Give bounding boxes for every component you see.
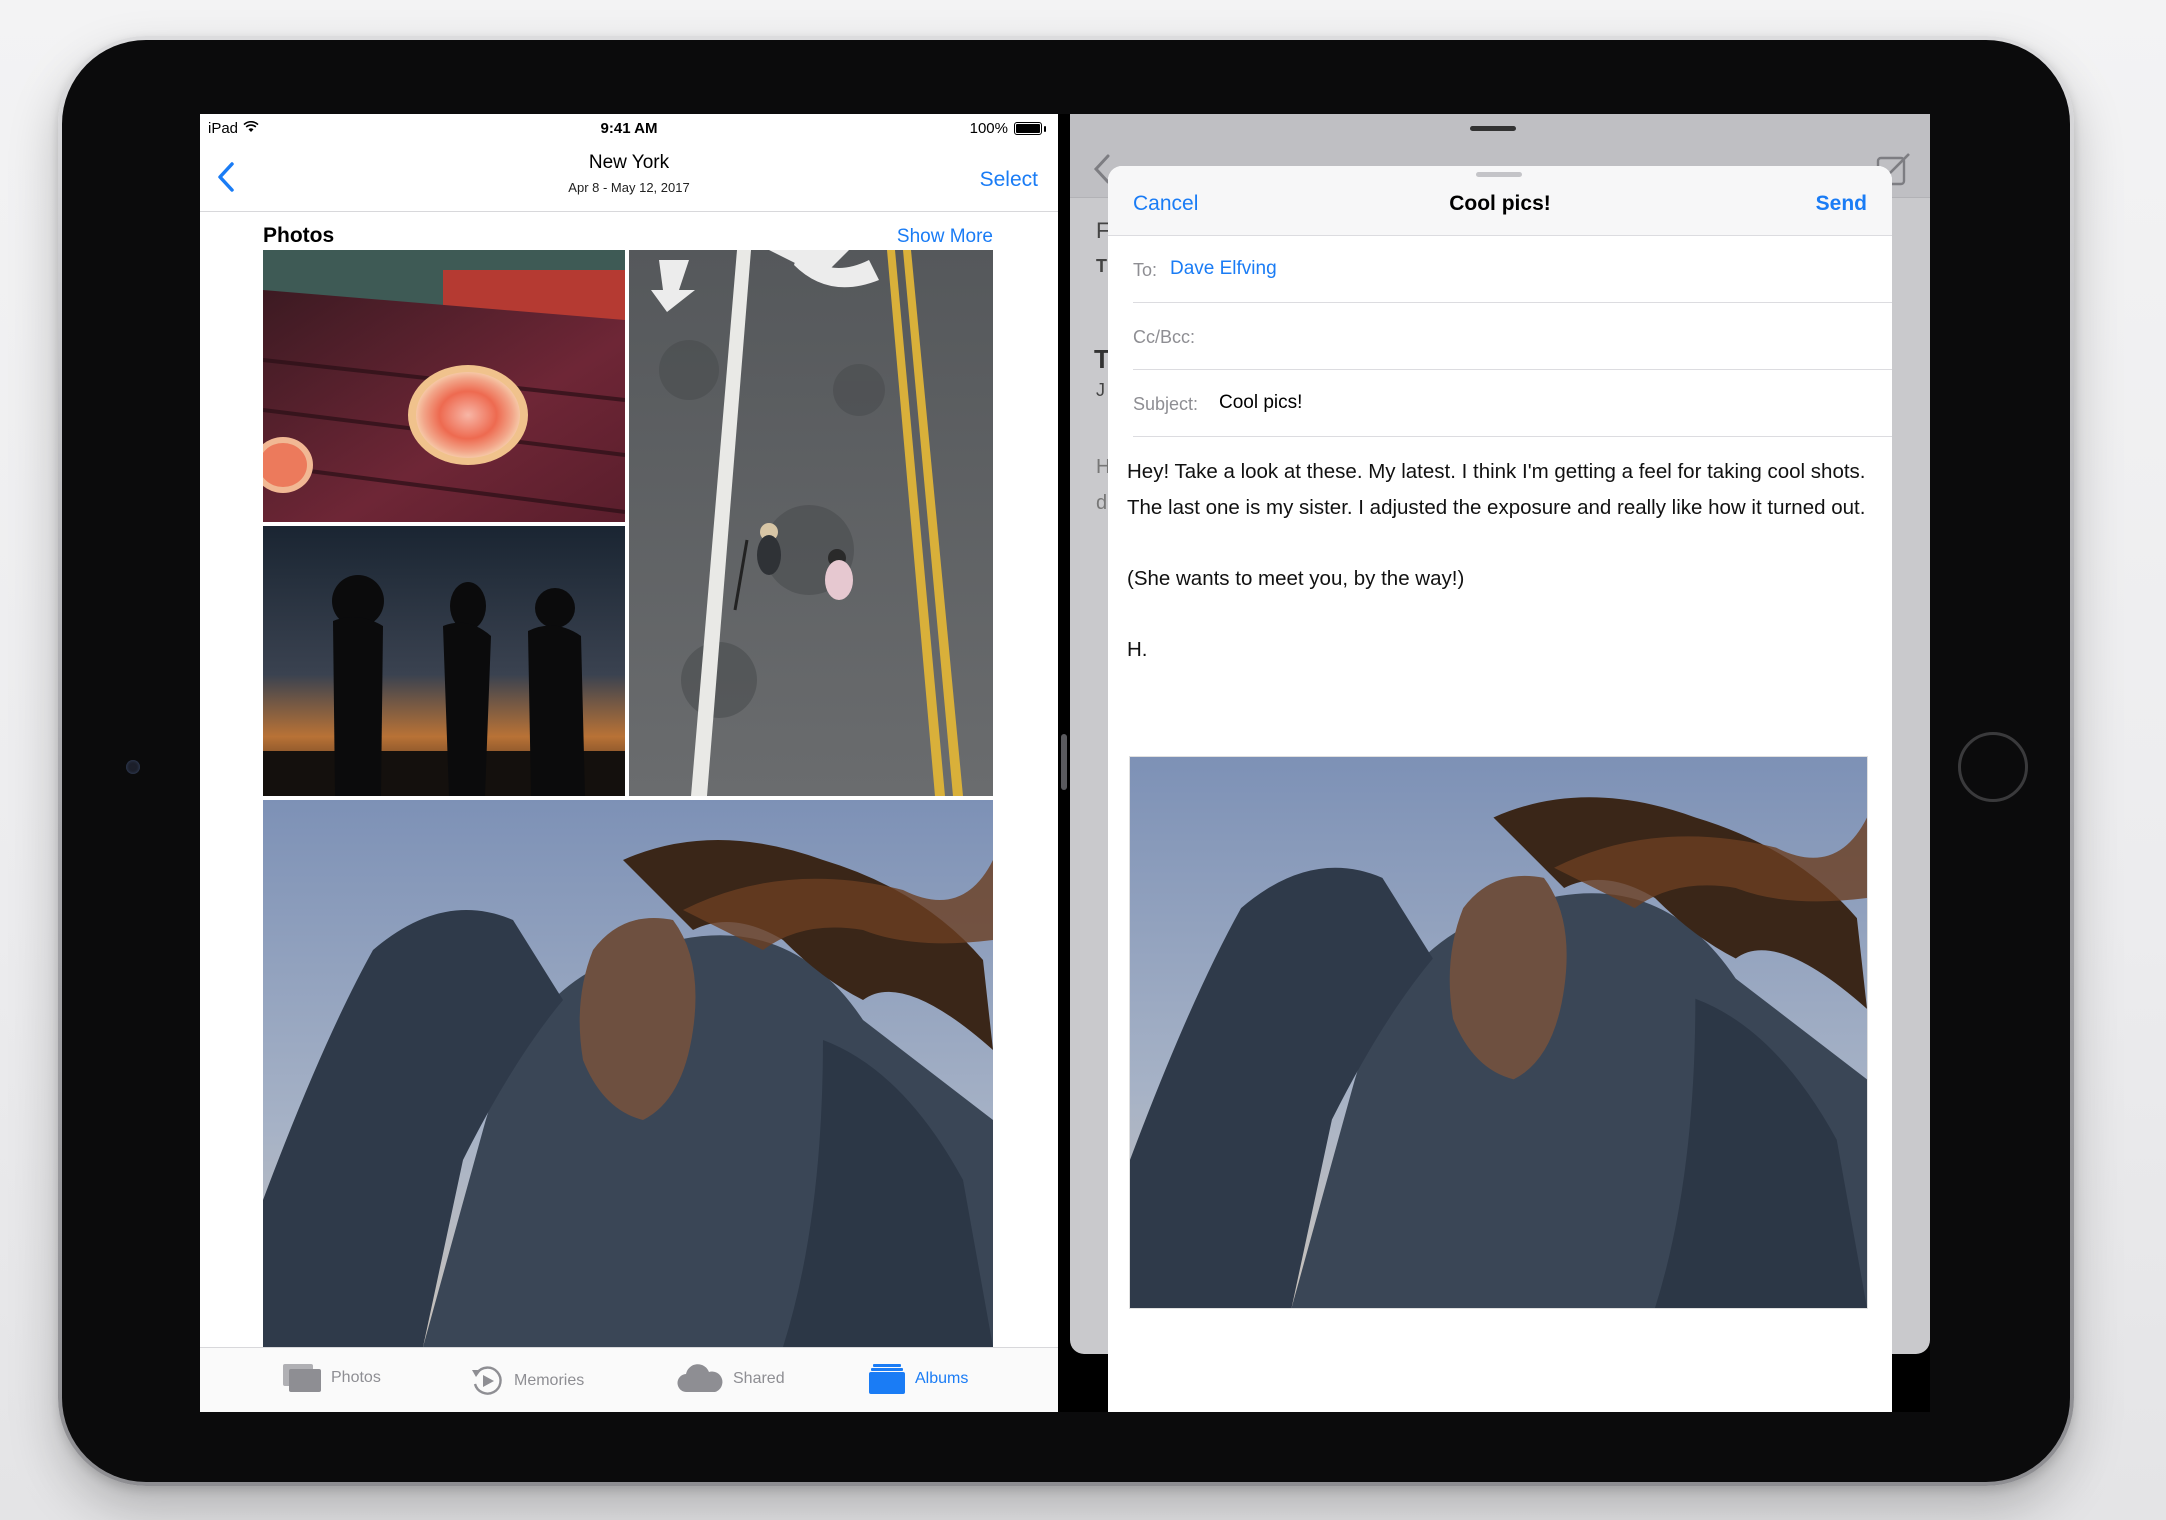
tab-memories[interactable]: Memories <box>470 1364 584 1398</box>
tab-shared[interactable]: Shared <box>677 1364 785 1394</box>
compose-sheet: Cancel Cool pics! Send To: Dave Elfving … <box>1108 166 1892 1412</box>
albums-icon <box>869 1364 905 1394</box>
signature: H. <box>1127 637 1148 661</box>
photo-silhouettes[interactable] <box>263 526 625 796</box>
message-body[interactable]: Hey! Take a look at these. My latest. I … <box>1127 454 1875 667</box>
memories-icon <box>472 1366 502 1395</box>
mail-app: F T T J H d Cancel Cool pics! Send To: D… <box>1070 114 1930 1412</box>
compose-title: Cool pics! <box>1449 192 1551 215</box>
home-button[interactable] <box>1958 732 2028 802</box>
send-button[interactable]: Send <box>1816 192 1867 216</box>
subject-field[interactable]: Subject: Cool pics! <box>1133 370 1892 437</box>
tab-albums[interactable]: Albums <box>869 1364 968 1394</box>
tab-photos[interactable]: Photos <box>283 1364 381 1392</box>
cc-bcc-label: Cc/Bcc: <box>1133 327 1196 347</box>
select-button[interactable]: Select <box>980 168 1038 192</box>
to-recipient[interactable]: Dave Elfving <box>1170 258 1277 280</box>
status-bar: iPad 9:41 AM 100% <box>200 114 1058 142</box>
front-camera <box>126 760 140 774</box>
app-grabber[interactable] <box>1470 126 1516 131</box>
tab-bar: Photos Memories Shared Albums <box>200 1347 1058 1412</box>
body-paragraph: Hey! Take a look at these. My latest. I … <box>1127 460 1866 519</box>
show-more-link[interactable]: Show More <box>897 226 993 248</box>
screen: iPad 9:41 AM 100% New York Apr 8 - May 1… <box>200 114 1930 1412</box>
section-title: Photos <box>263 224 335 247</box>
album-date-range: Apr 8 - May 12, 2017 <box>568 180 690 195</box>
album-title: New York <box>588 152 670 173</box>
tab-label: Albums <box>915 1370 969 1387</box>
sheet-grabber[interactable] <box>1476 172 1522 177</box>
cc-bcc-field[interactable]: Cc/Bcc: <box>1133 303 1892 370</box>
mail-peek-letter: d <box>1096 492 1108 514</box>
subject-value[interactable]: Cool pics! <box>1219 392 1302 414</box>
split-view-divider-handle[interactable] <box>1061 734 1067 790</box>
body-paragraph: (She wants to meet you, by the way!) <box>1127 566 1465 590</box>
photo-street[interactable] <box>629 250 993 796</box>
mail-peek-letter: T <box>1096 256 1107 276</box>
status-time: 9:41 AM <box>600 120 658 137</box>
subject-label: Subject: <box>1133 394 1199 414</box>
photos-app: iPad 9:41 AM 100% New York Apr 8 - May 1… <box>200 114 1058 1412</box>
battery-icon <box>1014 122 1042 135</box>
tab-label: Memories <box>514 1372 585 1389</box>
photos-nav-bar: New York Apr 8 - May 12, 2017 Select <box>200 142 1058 212</box>
photos-icon <box>283 1364 321 1392</box>
mail-peek-letter: J <box>1096 380 1105 400</box>
to-label: To: <box>1133 260 1158 280</box>
photo-portrait[interactable] <box>263 800 993 1347</box>
photo-grapefruit[interactable] <box>263 250 625 522</box>
photos-section-header: Photos Show More <box>263 214 993 252</box>
cloud-icon <box>677 1364 723 1393</box>
tab-label: Photos <box>331 1369 381 1386</box>
battery-percent: 100% <box>969 120 1008 137</box>
attached-photo[interactable] <box>1129 756 1868 1309</box>
compose-header: Cancel Cool pics! Send <box>1108 166 1892 236</box>
tab-label: Shared <box>733 1370 785 1387</box>
to-field[interactable]: To: Dave Elfving <box>1133 236 1892 303</box>
